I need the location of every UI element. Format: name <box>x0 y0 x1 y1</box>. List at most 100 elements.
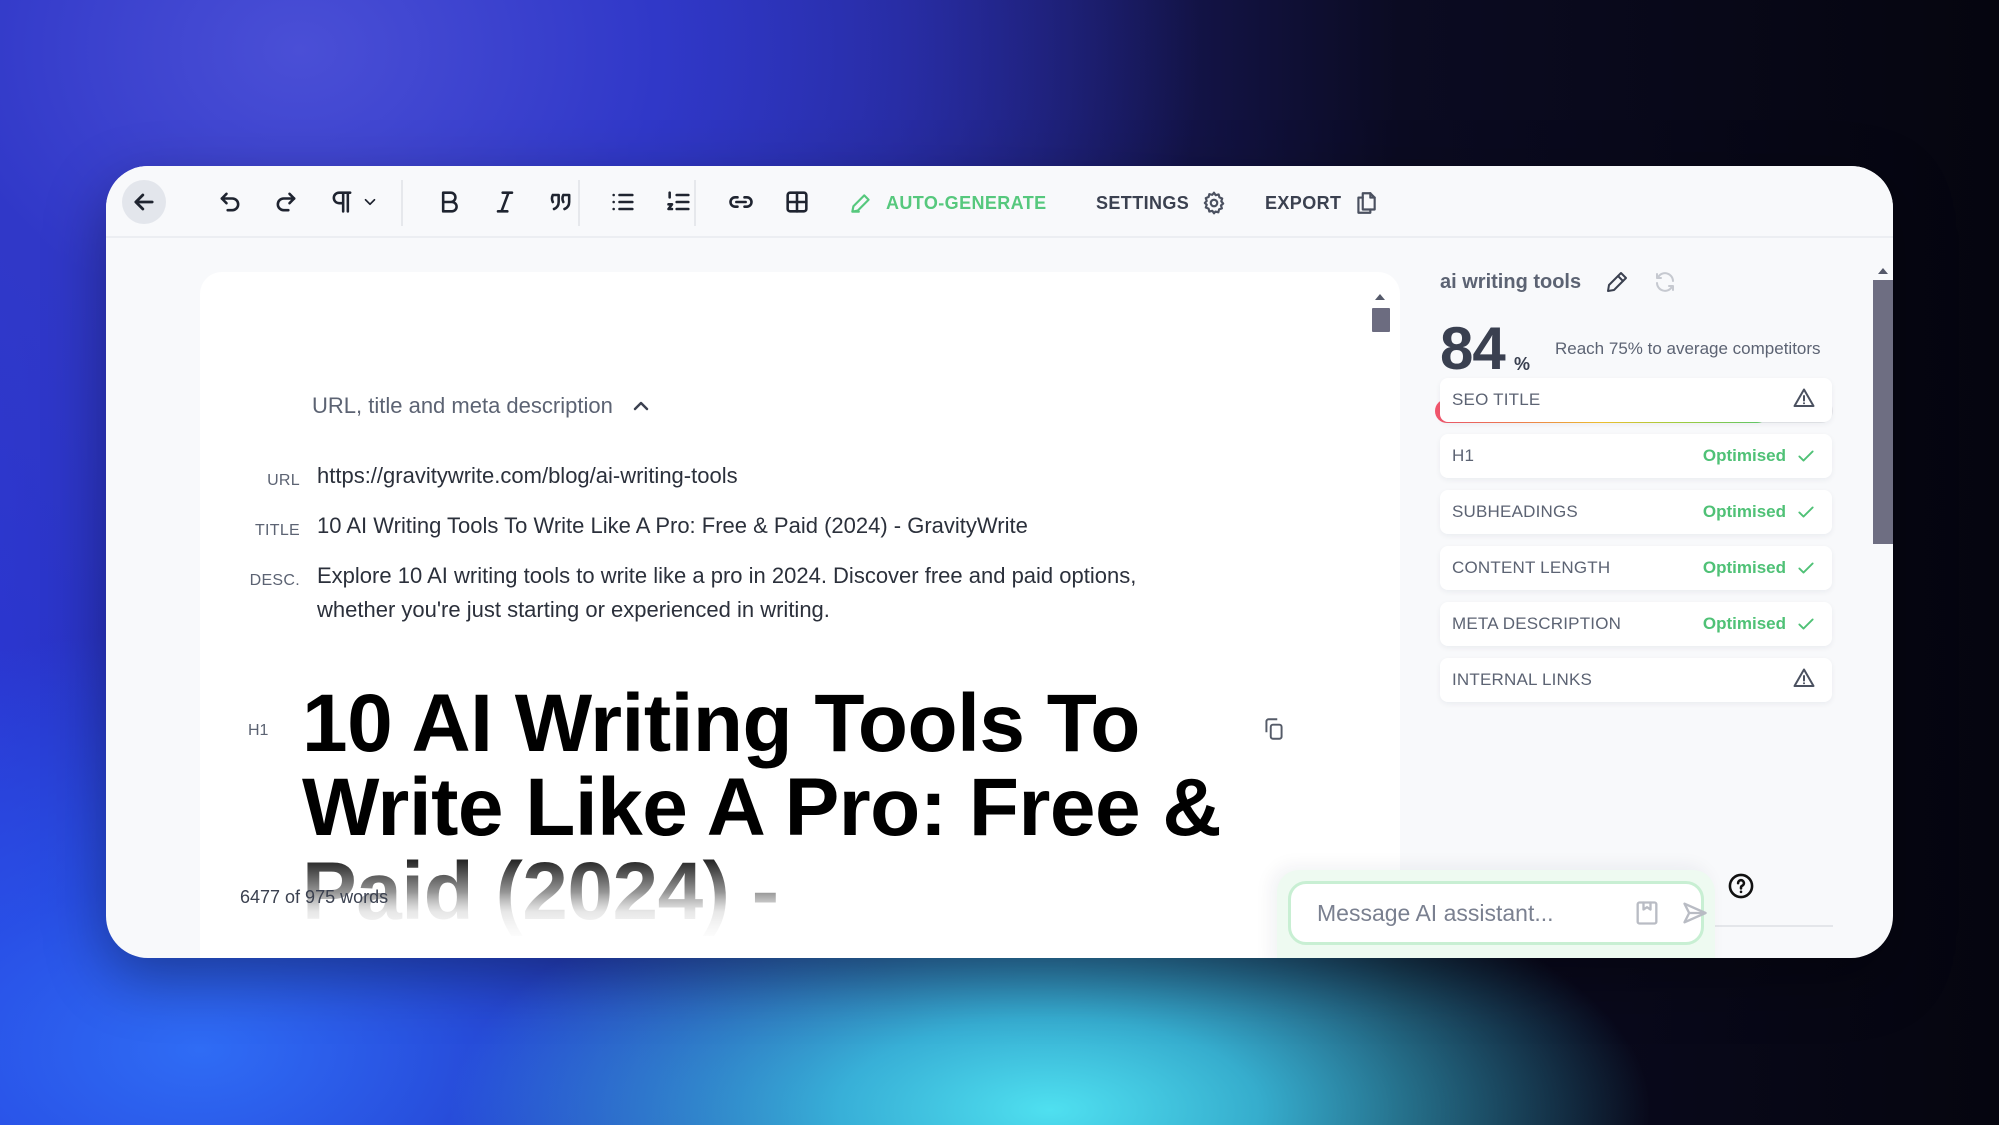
settings-button[interactable]: SETTINGS <box>1096 188 1227 218</box>
pilcrow-icon <box>332 191 352 213</box>
table-button[interactable] <box>779 184 815 220</box>
meta-section-toggle[interactable]: URL, title and meta description <box>312 393 653 419</box>
status-text: Optimised <box>1702 502 1786 521</box>
bullet-list-icon <box>612 193 634 211</box>
status-text: Optimised <box>1702 558 1786 577</box>
refresh-icon[interactable] <box>1653 270 1677 294</box>
link-icon <box>729 196 753 208</box>
redo-icon <box>276 192 296 212</box>
checklist-item-status: Optimised <box>1703 558 1816 578</box>
content-score: 84 <box>1440 315 1506 382</box>
checklist-item-status: Optimised <box>1703 614 1816 634</box>
warning-triangle-icon <box>1793 668 1815 687</box>
bold-button[interactable] <box>431 184 467 220</box>
gear-icon <box>1203 191 1225 215</box>
chevron-down-icon <box>364 198 376 206</box>
quote-button[interactable] <box>543 184 579 220</box>
checklist-item[interactable]: SEO TITLE <box>1440 378 1832 422</box>
auto-generate-label: AUTO-GENERATE <box>886 192 1047 213</box>
question-circle-icon <box>1728 873 1754 899</box>
export-button[interactable]: EXPORT <box>1265 188 1379 218</box>
editor-card[interactable]: URL, title and meta description URL http… <box>200 272 1400 958</box>
copy-icon <box>1265 718 1283 740</box>
numbered-list-button[interactable] <box>661 184 697 220</box>
arrow-left-icon <box>134 193 154 211</box>
link-button[interactable] <box>723 184 759 220</box>
checklist-item[interactable]: H1 Optimised <box>1440 434 1832 478</box>
keyword-row: ai writing tools <box>1440 270 1677 294</box>
numbered-list-icon <box>667 191 690 211</box>
settings-label: SETTINGS <box>1096 192 1190 213</box>
export-label: EXPORT <box>1265 192 1342 213</box>
desc-field[interactable]: Explore 10 AI writing tools to write lik… <box>317 559 1136 627</box>
url-label: URL <box>267 472 300 489</box>
checklist-item-label: SEO TITLE <box>1452 390 1541 409</box>
word-count: 6477 of 975 words <box>240 887 389 907</box>
checklist-item-status: Optimised <box>1703 502 1816 522</box>
editor-scroll-up-arrow[interactable] <box>1375 294 1385 300</box>
toolbar-divider <box>401 180 403 226</box>
check-icon <box>1798 506 1814 518</box>
title-label: TITLE <box>254 522 300 539</box>
scrollbar-thumb[interactable] <box>1873 280 1893 544</box>
edit-keyword-pencil-icon[interactable] <box>1605 270 1629 294</box>
bold-icon <box>441 191 458 213</box>
editor-window: AUTO-GENERATE SETTINGS EXPORT URL, title… <box>106 166 1893 958</box>
italic-button[interactable] <box>487 184 523 220</box>
chat-input-box[interactable] <box>1288 881 1707 945</box>
warning-triangle-icon <box>1793 388 1815 407</box>
checklist-item[interactable]: INTERNAL LINKS <box>1440 658 1832 702</box>
checklist-item-status: Optimised <box>1703 446 1816 466</box>
scroll-up-arrow[interactable] <box>1878 268 1888 274</box>
ai-message-input[interactable] <box>1317 899 1613 927</box>
checklist-item-warning <box>1792 666 1816 695</box>
meta-section-title: URL, title and meta description <box>312 393 613 418</box>
toolbar: AUTO-GENERATE SETTINGS EXPORT <box>106 166 1893 238</box>
checklist-item[interactable]: META DESCRIPTION Optimised <box>1440 602 1832 646</box>
pencil-icon <box>851 194 870 213</box>
checklist-item-label: SUBHEADINGS <box>1452 502 1578 521</box>
target-keyword: ai writing tools <box>1440 270 1582 293</box>
desc-line: Explore 10 AI writing tools to write lik… <box>317 563 1137 588</box>
quote-icon <box>550 193 571 211</box>
status-text: Optimised <box>1702 614 1786 633</box>
redo-button[interactable] <box>268 184 304 220</box>
send-icon <box>1683 902 1707 924</box>
check-icon <box>1798 562 1814 574</box>
bullet-list-button[interactable] <box>605 184 641 220</box>
check-icon <box>1798 450 1814 462</box>
sidebar-scrollbar[interactable] <box>1873 262 1893 958</box>
italic-icon <box>496 191 514 213</box>
check-icon <box>1798 618 1814 630</box>
saved-prompts-button[interactable] <box>1633 899 1661 927</box>
paragraph-style-dropdown[interactable] <box>324 184 360 220</box>
url-field[interactable]: https://gravitywrite.com/blog/ai-writing… <box>317 459 738 493</box>
score-hint: Reach 75% to average competitors <box>1555 339 1821 358</box>
checklist-item[interactable]: CONTENT LENGTH Optimised <box>1440 546 1832 590</box>
table-icon <box>786 191 808 213</box>
checklist-item-warning <box>1792 386 1816 415</box>
auto-generate-button[interactable]: AUTO-GENERATE <box>848 188 1047 218</box>
editor-scrollbar-thumb[interactable] <box>1372 308 1390 332</box>
desc-label: DESC. <box>249 572 300 589</box>
checklist-item-label: H1 <box>1452 446 1475 465</box>
paragraph-dropdown-toggle[interactable] <box>358 184 382 220</box>
ai-assistant-panel <box>1277 870 1715 958</box>
send-button[interactable] <box>1681 899 1709 927</box>
checklist-item[interactable]: SUBHEADINGS Optimised <box>1440 490 1832 534</box>
toolbar-divider <box>694 180 696 226</box>
desc-line: whether you're just starting or experien… <box>317 597 830 622</box>
checklist-item-label: META DESCRIPTION <box>1452 614 1622 633</box>
undo-button[interactable] <box>212 184 248 220</box>
copy-h1-button[interactable] <box>1261 716 1287 742</box>
title-field[interactable]: 10 AI Writing Tools To Write Like A Pro:… <box>317 509 1028 543</box>
h1-label: H1 <box>248 722 269 739</box>
chevron-up-icon <box>633 401 649 411</box>
checklist-item-label: CONTENT LENGTH <box>1452 558 1611 577</box>
checklist-item-label: INTERNAL LINKS <box>1452 670 1593 689</box>
help-button[interactable] <box>1727 872 1755 900</box>
undo-icon <box>220 192 240 212</box>
back-button[interactable] <box>122 180 166 224</box>
content-score-unit: % <box>1514 354 1531 374</box>
toolbar-divider <box>578 180 580 226</box>
